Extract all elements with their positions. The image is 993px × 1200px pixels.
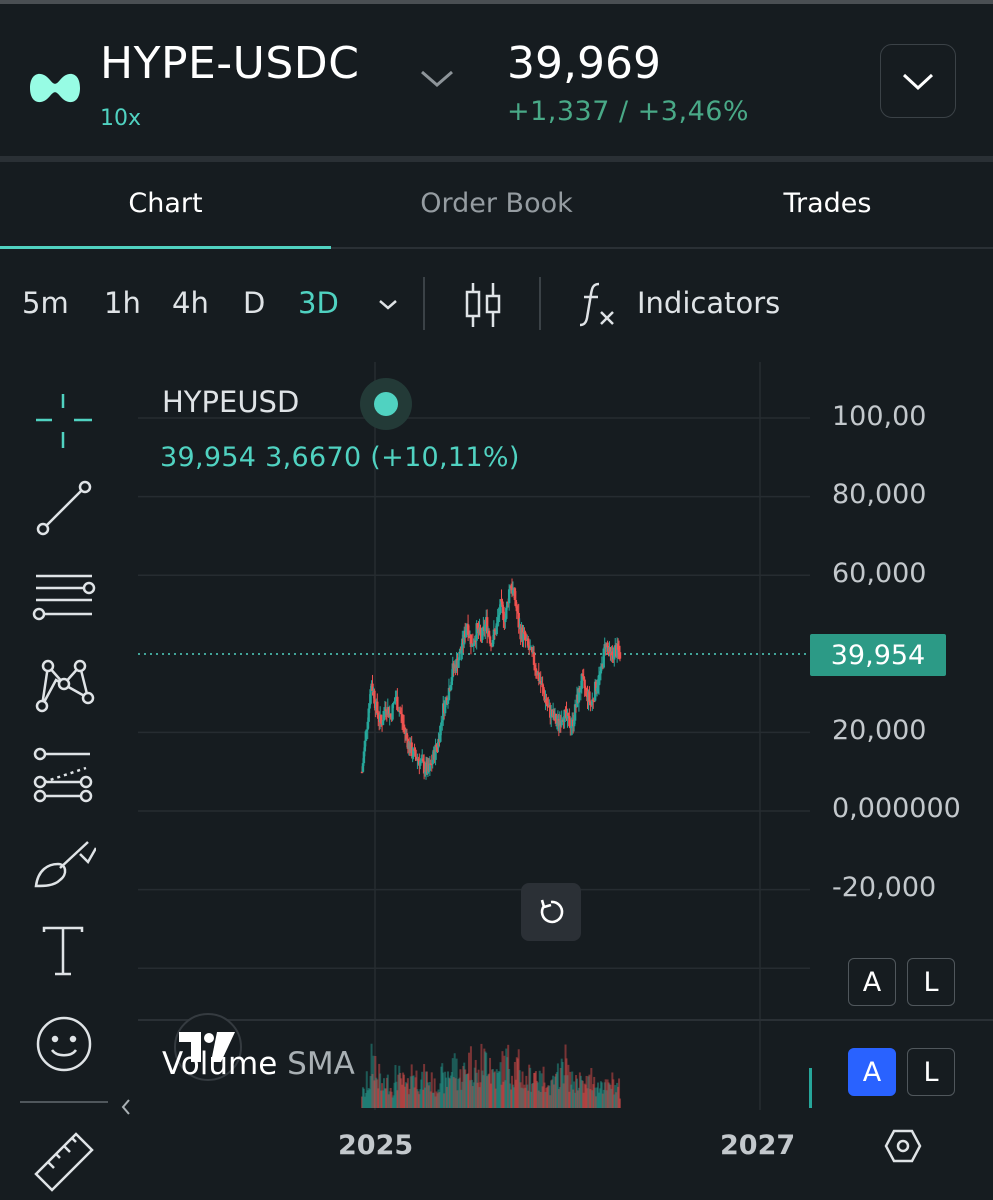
y-tick-label: 80,000: [832, 479, 927, 510]
y-tick-label: 100,00: [832, 401, 927, 432]
volume-scale-marker: [809, 1068, 812, 1108]
legend-values: 39,954 3,6670 (+10,11%): [160, 442, 520, 473]
timeframe-1h[interactable]: 1h: [104, 286, 141, 320]
indicators-button[interactable]: Indicators: [637, 286, 780, 320]
settings-icon[interactable]: [884, 1128, 922, 1164]
volume-bar: [619, 1098, 621, 1108]
market-status-dot: [360, 378, 412, 430]
header-divider: [0, 156, 993, 162]
timeframe-d[interactable]: D: [243, 286, 265, 320]
y-tick-label: 60,000: [832, 558, 927, 589]
y-tick-label: -20,000: [832, 872, 937, 903]
expand-button[interactable]: [880, 44, 956, 118]
toolbar-divider: [423, 277, 425, 330]
y-tick-label: 0,000000: [832, 793, 961, 824]
log-scale-button[interactable]: L: [907, 958, 955, 1006]
ruler-icon[interactable]: [30, 1128, 100, 1194]
timeframe-chevron-down-icon[interactable]: [376, 297, 400, 313]
volume-sma-label: SMA: [287, 1046, 355, 1082]
last-price: 39,969: [507, 38, 661, 89]
candlestick-series: [360, 578, 622, 780]
timeframe-5m[interactable]: 5m: [22, 286, 69, 320]
current-price-label: 39,954: [810, 634, 946, 676]
tab-chart[interactable]: Chart: [0, 188, 331, 219]
volume-legend: Volume SMA: [162, 1046, 355, 1082]
volume-series: [361, 1043, 621, 1108]
candle-body: [414, 749, 417, 758]
timeframe-4h[interactable]: 4h: [172, 286, 209, 320]
candle-body: [369, 689, 372, 704]
reset-chart-button[interactable]: [521, 883, 581, 941]
hyperliquid-logo-icon: [30, 73, 80, 103]
candle-body: [457, 660, 460, 668]
legend-symbol: HYPEUSD: [162, 385, 300, 419]
leverage-badge: 10x: [100, 106, 142, 131]
active-tab-indicator: [0, 246, 331, 249]
candle-body: [392, 702, 395, 705]
candle-body: [618, 652, 622, 659]
function-icon[interactable]: [577, 280, 617, 328]
y-tick-label: 20,000: [832, 715, 927, 746]
pair-name[interactable]: HYPE-USDC: [100, 38, 359, 89]
volume-auto-scale-button[interactable]: A: [848, 1048, 896, 1096]
candle-body: [507, 589, 511, 604]
chevron-down-icon[interactable]: [418, 66, 456, 90]
tab-trades[interactable]: Trades: [662, 188, 993, 219]
volume-log-scale-button[interactable]: L: [907, 1048, 955, 1096]
tab-order-book[interactable]: Order Book: [331, 188, 662, 219]
toolbar-divider: [539, 277, 541, 330]
candle-body: [588, 691, 591, 702]
timeframe-3d[interactable]: 3D: [298, 286, 339, 320]
volume-label: Volume: [162, 1046, 278, 1082]
chevron-down-icon: [902, 73, 934, 91]
price-change: +1,337 / +3,46%: [507, 96, 750, 127]
reset-icon: [540, 899, 564, 924]
x-tick-label: 2027: [720, 1130, 796, 1161]
candles-icon[interactable]: [462, 280, 504, 330]
x-tick-label: 2025: [338, 1130, 414, 1161]
auto-scale-button[interactable]: A: [848, 958, 896, 1006]
candle-body: [488, 636, 492, 644]
candle-body: [532, 652, 536, 665]
